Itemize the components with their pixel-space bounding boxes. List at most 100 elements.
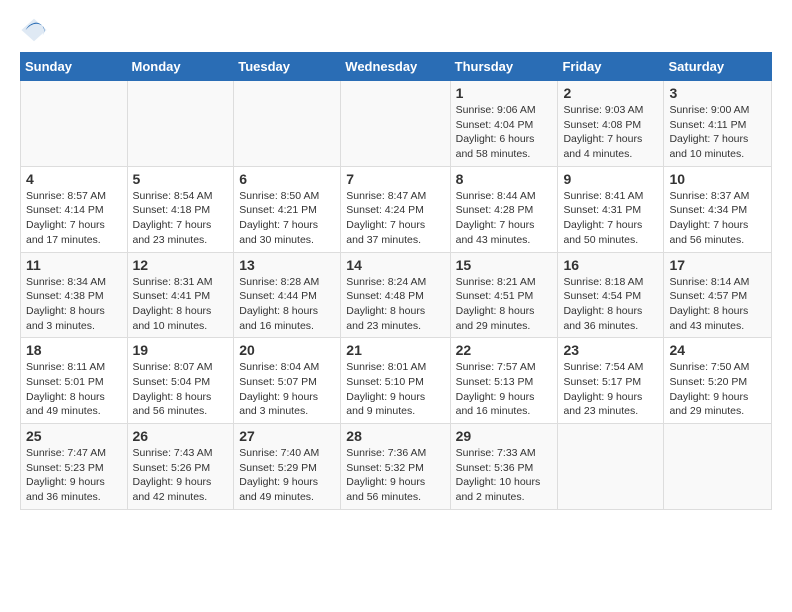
day-info: Sunrise: 7:47 AM Sunset: 5:23 PM Dayligh… xyxy=(26,446,122,505)
day-info: Sunrise: 8:01 AM Sunset: 5:10 PM Dayligh… xyxy=(346,360,444,419)
calendar-cell: 10 Sunrise: 8:37 AM Sunset: 4:34 PM Dayli… xyxy=(664,166,772,252)
day-number: 24 xyxy=(669,342,766,358)
day-info: Sunrise: 9:06 AM Sunset: 4:04 PM Dayligh… xyxy=(456,103,553,162)
page: SundayMondayTuesdayWednesdayThursdayFrid… xyxy=(0,0,792,522)
calendar-cell xyxy=(558,424,664,510)
day-number: 29 xyxy=(456,428,553,444)
day-number: 21 xyxy=(346,342,444,358)
day-info: Sunrise: 7:36 AM Sunset: 5:32 PM Dayligh… xyxy=(346,446,444,505)
logo-icon xyxy=(20,16,48,44)
calendar-cell: 29 Sunrise: 7:33 AM Sunset: 5:36 PM Dayli… xyxy=(450,424,558,510)
day-info: Sunrise: 8:11 AM Sunset: 5:01 PM Dayligh… xyxy=(26,360,122,419)
weekday-wednesday: Wednesday xyxy=(341,53,450,81)
day-number: 4 xyxy=(26,171,122,187)
day-number: 10 xyxy=(669,171,766,187)
day-info: Sunrise: 8:54 AM Sunset: 4:18 PM Dayligh… xyxy=(133,189,229,248)
weekday-thursday: Thursday xyxy=(450,53,558,81)
calendar-cell xyxy=(21,81,128,167)
calendar-cell: 2 Sunrise: 9:03 AM Sunset: 4:08 PM Daylig… xyxy=(558,81,664,167)
day-info: Sunrise: 9:00 AM Sunset: 4:11 PM Dayligh… xyxy=(669,103,766,162)
day-info: Sunrise: 8:57 AM Sunset: 4:14 PM Dayligh… xyxy=(26,189,122,248)
calendar-cell xyxy=(664,424,772,510)
day-number: 26 xyxy=(133,428,229,444)
day-number: 9 xyxy=(563,171,658,187)
calendar-cell: 3 Sunrise: 9:00 AM Sunset: 4:11 PM Daylig… xyxy=(664,81,772,167)
day-info: Sunrise: 8:14 AM Sunset: 4:57 PM Dayligh… xyxy=(669,275,766,334)
day-number: 8 xyxy=(456,171,553,187)
calendar-cell xyxy=(341,81,450,167)
day-number: 14 xyxy=(346,257,444,273)
week-row-1: 1 Sunrise: 9:06 AM Sunset: 4:04 PM Daylig… xyxy=(21,81,772,167)
calendar-cell: 23 Sunrise: 7:54 AM Sunset: 5:17 PM Dayli… xyxy=(558,338,664,424)
calendar-body: 1 Sunrise: 9:06 AM Sunset: 4:04 PM Daylig… xyxy=(21,81,772,510)
day-number: 12 xyxy=(133,257,229,273)
day-number: 11 xyxy=(26,257,122,273)
weekday-sunday: Sunday xyxy=(21,53,128,81)
header xyxy=(20,16,772,44)
calendar-cell xyxy=(127,81,234,167)
calendar-cell: 12 Sunrise: 8:31 AM Sunset: 4:41 PM Dayli… xyxy=(127,252,234,338)
day-number: 23 xyxy=(563,342,658,358)
calendar-cell: 14 Sunrise: 8:24 AM Sunset: 4:48 PM Dayli… xyxy=(341,252,450,338)
day-number: 5 xyxy=(133,171,229,187)
weekday-friday: Friday xyxy=(558,53,664,81)
calendar-cell: 16 Sunrise: 8:18 AM Sunset: 4:54 PM Dayli… xyxy=(558,252,664,338)
calendar-cell: 18 Sunrise: 8:11 AM Sunset: 5:01 PM Dayli… xyxy=(21,338,128,424)
calendar-cell: 27Sunrise: 7:40 AM Sunset: 5:29 PM Dayli… xyxy=(234,424,341,510)
calendar-cell: 7 Sunrise: 8:47 AM Sunset: 4:24 PM Daylig… xyxy=(341,166,450,252)
day-info: Sunrise: 8:18 AM Sunset: 4:54 PM Dayligh… xyxy=(563,275,658,334)
calendar-table: SundayMondayTuesdayWednesdayThursdayFrid… xyxy=(20,52,772,510)
day-info: Sunrise: 7:50 AM Sunset: 5:20 PM Dayligh… xyxy=(669,360,766,419)
day-info: Sunrise: 8:24 AM Sunset: 4:48 PM Dayligh… xyxy=(346,275,444,334)
calendar-cell: 21 Sunrise: 8:01 AM Sunset: 5:10 PM Dayli… xyxy=(341,338,450,424)
day-number: 13 xyxy=(239,257,335,273)
day-info: Sunrise: 8:31 AM Sunset: 4:41 PM Dayligh… xyxy=(133,275,229,334)
day-info: Sunrise: 8:44 AM Sunset: 4:28 PM Dayligh… xyxy=(456,189,553,248)
calendar-cell: 9Sunrise: 8:41 AM Sunset: 4:31 PM Daylig… xyxy=(558,166,664,252)
day-info: Sunrise: 9:03 AM Sunset: 4:08 PM Dayligh… xyxy=(563,103,658,162)
weekday-tuesday: Tuesday xyxy=(234,53,341,81)
day-info: Sunrise: 7:33 AM Sunset: 5:36 PM Dayligh… xyxy=(456,446,553,505)
day-info: Sunrise: 7:43 AM Sunset: 5:26 PM Dayligh… xyxy=(133,446,229,505)
calendar-cell: 4 Sunrise: 8:57 AM Sunset: 4:14 PM Daylig… xyxy=(21,166,128,252)
day-number: 16 xyxy=(563,257,658,273)
calendar-cell: 17 Sunrise: 8:14 AM Sunset: 4:57 PM Dayli… xyxy=(664,252,772,338)
week-row-3: 11 Sunrise: 8:34 AM Sunset: 4:38 PM Dayli… xyxy=(21,252,772,338)
day-info: Sunrise: 8:37 AM Sunset: 4:34 PM Dayligh… xyxy=(669,189,766,248)
day-info: Sunrise: 8:47 AM Sunset: 4:24 PM Dayligh… xyxy=(346,189,444,248)
day-info: Sunrise: 8:28 AM Sunset: 4:44 PM Dayligh… xyxy=(239,275,335,334)
calendar-cell: 28 Sunrise: 7:36 AM Sunset: 5:32 PM Dayli… xyxy=(341,424,450,510)
week-row-2: 4 Sunrise: 8:57 AM Sunset: 4:14 PM Daylig… xyxy=(21,166,772,252)
calendar-cell: 5 Sunrise: 8:54 AM Sunset: 4:18 PM Daylig… xyxy=(127,166,234,252)
calendar-cell: 8 Sunrise: 8:44 AM Sunset: 4:28 PM Daylig… xyxy=(450,166,558,252)
day-info: Sunrise: 8:04 AM Sunset: 5:07 PM Dayligh… xyxy=(239,360,335,419)
calendar-cell: 22Sunrise: 7:57 AM Sunset: 5:13 PM Dayli… xyxy=(450,338,558,424)
day-number: 20 xyxy=(239,342,335,358)
day-number: 7 xyxy=(346,171,444,187)
day-info: Sunrise: 7:57 AM Sunset: 5:13 PM Dayligh… xyxy=(456,360,553,419)
calendar-cell: 25 Sunrise: 7:47 AM Sunset: 5:23 PM Dayli… xyxy=(21,424,128,510)
calendar-cell: 19Sunrise: 8:07 AM Sunset: 5:04 PM Dayli… xyxy=(127,338,234,424)
day-info: Sunrise: 8:50 AM Sunset: 4:21 PM Dayligh… xyxy=(239,189,335,248)
calendar-cell: 6Sunrise: 8:50 AM Sunset: 4:21 PM Daylig… xyxy=(234,166,341,252)
day-number: 17 xyxy=(669,257,766,273)
day-number: 19 xyxy=(133,342,229,358)
calendar-cell: 26 Sunrise: 7:43 AM Sunset: 5:26 PM Dayli… xyxy=(127,424,234,510)
day-info: Sunrise: 8:34 AM Sunset: 4:38 PM Dayligh… xyxy=(26,275,122,334)
calendar-cell: 13 Sunrise: 8:28 AM Sunset: 4:44 PM Dayli… xyxy=(234,252,341,338)
day-number: 25 xyxy=(26,428,122,444)
day-info: Sunrise: 7:54 AM Sunset: 5:17 PM Dayligh… xyxy=(563,360,658,419)
calendar-cell: 24 Sunrise: 7:50 AM Sunset: 5:20 PM Dayli… xyxy=(664,338,772,424)
day-number: 18 xyxy=(26,342,122,358)
day-number: 15 xyxy=(456,257,553,273)
weekday-saturday: Saturday xyxy=(664,53,772,81)
week-row-4: 18 Sunrise: 8:11 AM Sunset: 5:01 PM Dayli… xyxy=(21,338,772,424)
day-number: 28 xyxy=(346,428,444,444)
calendar-cell: 11 Sunrise: 8:34 AM Sunset: 4:38 PM Dayli… xyxy=(21,252,128,338)
day-number: 3 xyxy=(669,85,766,101)
day-number: 2 xyxy=(563,85,658,101)
day-number: 1 xyxy=(456,85,553,101)
logo xyxy=(20,16,52,44)
calendar-cell xyxy=(234,81,341,167)
calendar-header: SundayMondayTuesdayWednesdayThursdayFrid… xyxy=(21,53,772,81)
